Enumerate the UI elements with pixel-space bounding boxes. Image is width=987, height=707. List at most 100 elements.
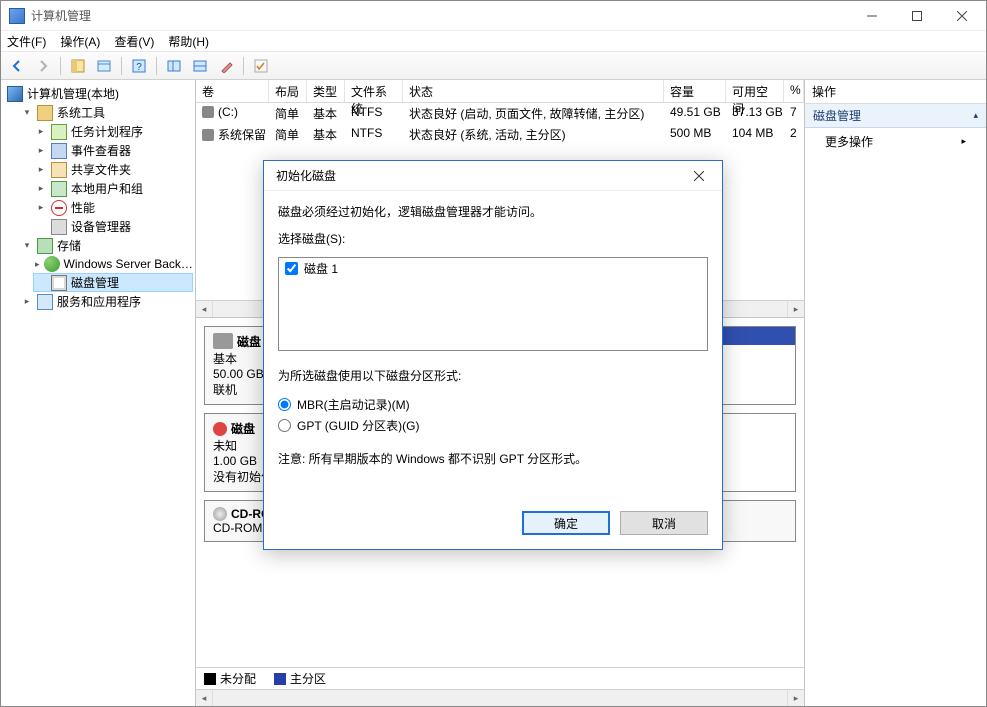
actions-pane: 操作 磁盘管理 ▴ 更多操作 ▸ [805,80,986,706]
tree-share-label: 共享文件夹 [71,161,131,178]
tree-device-manager[interactable]: ▸设备管理器 [33,217,193,236]
share-icon [51,162,67,178]
disk-icon [213,333,233,349]
col-layout[interactable]: 布局 [269,80,307,102]
tree-task-scheduler[interactable]: ▸ 任务计划程序 [33,122,193,141]
ok-button[interactable]: 确定 [522,511,610,535]
cancel-button[interactable]: 取消 [620,511,708,535]
tree-services-apps[interactable]: ▸ 服务和应用程序 [19,292,193,311]
gpt-label: GPT (GUID 分区表)(G) [297,417,419,434]
tb-check-button[interactable] [249,55,273,77]
scroll-right-button[interactable]: ▸ [787,690,804,706]
col-free[interactable]: 可用空间 [726,80,784,102]
col-volume[interactable]: 卷 [196,80,269,102]
tree-system-tools[interactable]: ▾ 系统工具 [19,103,193,122]
col-pct[interactable]: % [784,80,804,102]
dialog-disk-list[interactable]: 磁盘 1 [278,257,708,351]
disk-checkbox-row[interactable]: 磁盘 1 [279,258,707,279]
chevron-right-icon[interactable]: ▸ [35,202,47,214]
legend-unalloc-label: 未分配 [220,670,256,687]
tree-performance[interactable]: ▸性能 [33,198,193,217]
legend-primary-swatch [274,673,286,685]
dialog-message: 磁盘必须经过初始化，逻辑磁盘管理器才能访问。 [278,203,708,220]
tree-disk-management[interactable]: ▸磁盘管理 [33,273,193,292]
mbr-radio[interactable] [278,398,291,411]
actions-more-label: 更多操作 [825,133,873,150]
col-status[interactable]: 状态 [403,80,664,102]
dialog-title: 初始化磁盘 [276,167,684,184]
chevron-right-icon[interactable]: ▸ [35,183,47,195]
tools-icon [37,105,53,121]
tree-sched-label: 任务计划程序 [71,123,143,140]
tree-event-viewer[interactable]: ▸ 事件查看器 [33,141,193,160]
devmgr-icon [51,219,67,235]
h-scrollbar-bottom[interactable]: ◂ ▸ [196,689,804,706]
tree-root-label: 计算机管理(本地) [27,85,119,102]
dialog-note: 注意: 所有早期版本的 Windows 都不识别 GPT 分区形式。 [278,450,708,467]
disk1-checkbox[interactable] [285,262,298,275]
disk-title: 磁盘 [231,422,255,436]
disk-error-icon [213,422,227,436]
tree-diskm-label: 磁盘管理 [71,274,119,291]
volume-row[interactable]: 系统保留 简单 基本 NTFS 状态良好 (系统, 活动, 主分区) 500 M… [196,124,804,145]
volume-row[interactable]: (C:) 简单 基本 NTFS 状态良好 (启动, 页面文件, 故障转储, 主分… [196,103,804,124]
scroll-right-button[interactable]: ▸ [787,301,804,317]
tb-props-button[interactable] [92,55,116,77]
menu-view[interactable]: 查看(V) [114,33,154,50]
tree-local-users[interactable]: ▸ 本地用户和组 [33,179,193,198]
dialog-select-label: 选择磁盘(S): [278,230,708,247]
scroll-left-button[interactable]: ◂ [196,301,213,317]
actions-header: 操作 [805,80,986,104]
chevron-right-icon[interactable]: ▸ [21,296,33,308]
maximize-button[interactable] [894,2,939,30]
tree-systools-label: 系统工具 [57,104,105,121]
toolbar: ? [1,51,986,80]
menu-help[interactable]: 帮助(H) [168,33,209,50]
chevron-right-icon: ▸ [961,136,966,147]
menu-file[interactable]: 文件(F) [7,33,46,50]
col-capacity[interactable]: 容量 [664,80,726,102]
chevron-right-icon[interactable]: ▸ [35,164,47,176]
tree-windows-server-backup[interactable]: ▸Windows Server Back… [33,255,193,273]
dialog-close-button[interactable] [684,164,714,188]
storage-icon [37,238,53,254]
chevron-down-icon[interactable]: ▾ [21,240,33,252]
tb-settings-button[interactable] [214,55,238,77]
tree-svcapp-label: 服务和应用程序 [57,293,141,310]
radio-mbr-row[interactable]: MBR(主启动记录)(M) [278,394,708,415]
chevron-right-icon[interactable]: ▸ [35,258,40,270]
partition-style-label: 为所选磁盘使用以下磁盘分区形式: [278,367,708,384]
tb-showhide-button[interactable] [66,55,90,77]
minimize-button[interactable] [849,2,894,30]
nav-back-button[interactable] [5,55,29,77]
tree-event-label: 事件查看器 [71,142,131,159]
legend-primary-label: 主分区 [290,670,326,687]
tree-storage[interactable]: ▾ 存储 [19,236,193,255]
col-fs[interactable]: 文件系统 [345,80,403,102]
chevron-down-icon[interactable]: ▾ [21,107,33,119]
tree-root[interactable]: 计算机管理(本地) [5,84,193,103]
menu-action[interactable]: 操作(A) [60,33,100,50]
tb-help-button[interactable]: ? [127,55,151,77]
actions-group[interactable]: 磁盘管理 ▴ [805,104,986,128]
legend-unalloc-swatch [204,673,216,685]
radio-gpt-row[interactable]: GPT (GUID 分区表)(G) [278,415,708,436]
tb-view1-button[interactable] [162,55,186,77]
chevron-right-icon[interactable]: ▸ [35,126,47,138]
volume-list-header: 卷 布局 类型 文件系统 状态 容量 可用空间 % [196,80,804,103]
tree-shared-folders[interactable]: ▸ 共享文件夹 [33,160,193,179]
computer-mgmt-icon [7,86,23,102]
close-button[interactable] [939,2,984,30]
actions-more[interactable]: 更多操作 ▸ [805,128,986,155]
window-titlebar: 计算机管理 [1,1,986,31]
tb-view2-button[interactable] [188,55,212,77]
eventviewer-icon [51,143,67,159]
gpt-radio[interactable] [278,419,291,432]
collapse-up-icon: ▴ [973,110,978,121]
scroll-left-button[interactable]: ◂ [196,690,213,706]
nav-fwd-button[interactable] [31,55,55,77]
chevron-right-icon[interactable]: ▸ [35,145,47,157]
tree-users-label: 本地用户和组 [71,180,143,197]
volume-icon [202,129,214,141]
col-type[interactable]: 类型 [307,80,345,102]
